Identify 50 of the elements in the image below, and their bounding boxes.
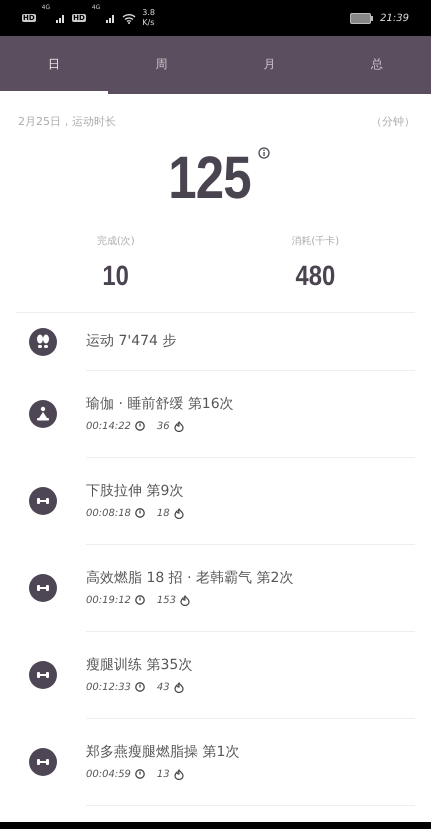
clock-icon [134,508,145,518]
battery-icon [350,12,374,24]
calories-text: 13 [156,768,170,780]
dumbbell-icon [29,748,57,776]
dumbbell-icon [29,486,57,514]
dumbbell-icon [29,574,57,602]
footprints-icon [29,328,57,356]
flame-icon [180,594,190,606]
clock-icon [134,421,145,431]
duration-text: 00:14:22 [86,420,131,432]
duration-text: 00:04:59 [86,768,131,780]
stat-label: 完成(次) [96,234,135,248]
period-tab[interactable]: 月 [216,36,324,94]
meditation-icon [29,400,57,428]
activity-title: 高效燃脂 18 招 · 老韩霸气 第2次 [86,568,294,586]
clock-icon [134,595,145,605]
flame-icon [174,768,184,780]
speed-value: 3.8 [142,8,156,18]
calories-text: 36 [156,420,170,432]
calories-text: 43 [156,682,170,692]
calories-text: 153 [156,594,176,606]
summary-caption: 2月25日，运动时长 [18,114,116,129]
clock-time: 21:39 [380,12,409,24]
info-icon[interactable] [258,147,270,159]
flame-icon [174,420,184,432]
activity-title: 下肢拉伸 第9次 [86,482,184,500]
signal-icon [56,13,66,23]
signal-icon [106,13,116,23]
duration-text: 00:08:18 [86,508,131,518]
period-tab[interactable]: 总 [323,36,431,94]
period-tab[interactable]: 周 [108,36,216,94]
flame-icon [174,508,184,518]
clock-icon [134,682,145,692]
stat-value: 10 [102,260,129,292]
activity-title: 运动 7'474 步 [86,332,178,350]
flame-icon [174,682,184,692]
activity-title: 郑多燕瘦腿燃脂操 第1次 [86,742,240,760]
clock-icon [134,769,145,779]
duration-text: 00:12:33 [86,682,131,692]
activity-title: 瑜伽 · 睡前舒缓 第16次 [86,394,235,412]
unit-label: （分钟） [371,114,415,129]
wifi-icon [122,12,136,24]
total-minutes: 125 [168,143,251,212]
stat-value: 480 [295,260,336,292]
stat-label: 消耗(千卡) [291,234,340,248]
duration-text: 00:19:12 [86,594,131,606]
dumbbell-icon [29,660,57,688]
speed-unit: K/s [142,18,156,28]
activity-title: 瘦腿训练 第35次 [86,656,194,674]
calories-text: 18 [156,508,170,518]
